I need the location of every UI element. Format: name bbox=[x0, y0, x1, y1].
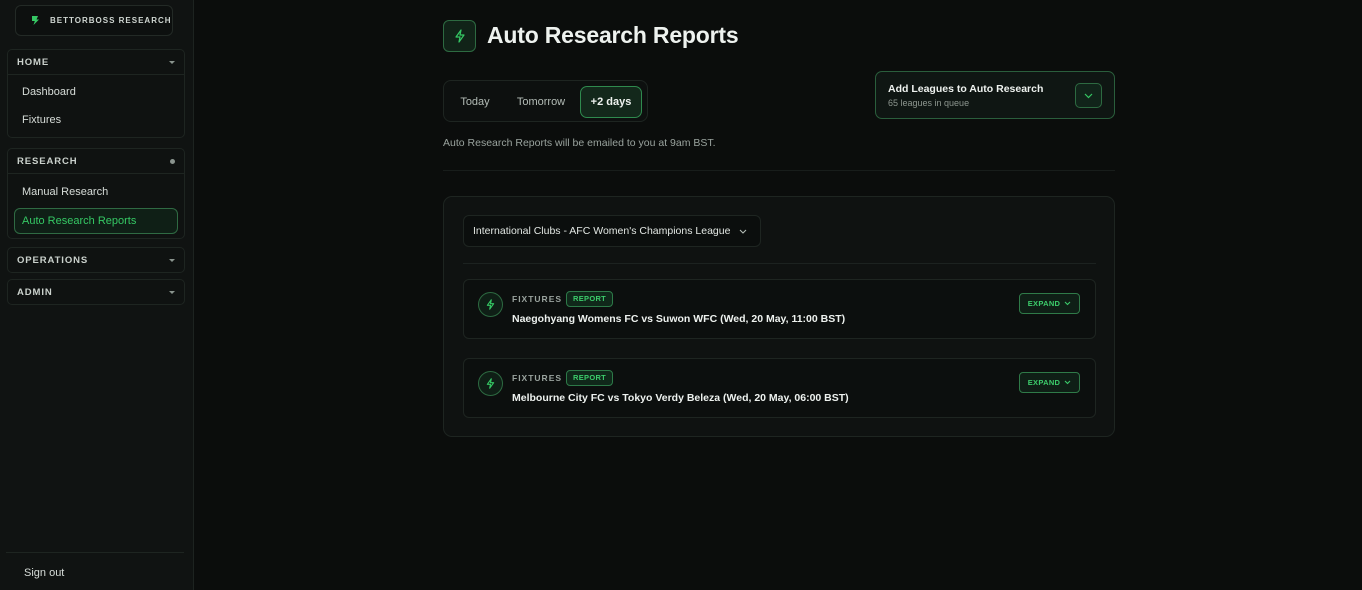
add-leagues-card[interactable]: Add Leagues to Auto Research 65 leagues … bbox=[875, 71, 1115, 119]
divider bbox=[463, 263, 1096, 264]
nav-header-label: HOME bbox=[17, 56, 50, 68]
tab-tomorrow[interactable]: Tomorrow bbox=[506, 86, 576, 118]
chevron-down-icon bbox=[740, 229, 747, 234]
divider bbox=[6, 552, 184, 553]
nav-header-research[interactable]: RESEARCH bbox=[8, 149, 184, 173]
tab-today[interactable]: Today bbox=[450, 86, 500, 118]
fixture-card: FIXTURES REPORT Melbourne City FC vs Tok… bbox=[463, 358, 1096, 418]
chevron-down-icon bbox=[1064, 380, 1071, 385]
active-dot-icon bbox=[170, 158, 175, 164]
nav-header-label: ADMIN bbox=[17, 286, 53, 298]
expand-label: EXPAND bbox=[1027, 299, 1061, 308]
lightning-icon bbox=[443, 20, 476, 52]
sidebar-item-auto-research-reports[interactable]: Auto Research Reports bbox=[14, 208, 178, 234]
league-select[interactable]: International Clubs - AFC Women's Champi… bbox=[463, 215, 761, 247]
sidebar-item-dashboard[interactable]: Dashboard bbox=[8, 78, 184, 106]
nav-header-label: RESEARCH bbox=[17, 155, 78, 167]
nav-group-operations: OPERATIONS bbox=[7, 247, 185, 273]
brand[interactable]: BETTORBOSS RESEARCH bbox=[15, 5, 173, 36]
page-title: Auto Research Reports bbox=[487, 22, 739, 48]
sign-out-link[interactable]: Sign out bbox=[24, 567, 64, 579]
email-notice: Auto Research Reports will be emailed to… bbox=[443, 137, 716, 149]
bettorboss-logo-icon bbox=[30, 15, 41, 26]
report-badge: REPORT bbox=[566, 370, 614, 386]
report-badge: REPORT bbox=[566, 291, 614, 307]
sidebar-item-fixtures[interactable]: Fixtures bbox=[8, 106, 184, 134]
fixture-title: Melbourne City FC vs Tokyo Verdy Beleza … bbox=[512, 392, 849, 404]
nav-header-home[interactable]: HOME bbox=[8, 50, 184, 74]
lightning-icon bbox=[478, 371, 503, 396]
caret-down-icon bbox=[169, 258, 175, 262]
brand-name: BETTORBOSS RESEARCH bbox=[50, 16, 172, 25]
leagues-queue-count: 65 leagues in queue bbox=[888, 98, 970, 108]
expand-button[interactable]: EXPAND bbox=[1019, 293, 1080, 314]
sidebar-item-manual-research[interactable]: Manual Research bbox=[8, 178, 184, 206]
fixture-title: Naegohyang Womens FC vs Suwon WFC (Wed, … bbox=[512, 313, 846, 325]
nav-group-research: RESEARCH Manual Research Auto Research R… bbox=[7, 148, 185, 239]
date-tabs: Today Tomorrow +2 days bbox=[443, 80, 648, 122]
chevron-down-icon bbox=[1064, 301, 1071, 306]
caret-down-icon bbox=[169, 290, 175, 294]
nav-group-home: HOME Dashboard Fixtures bbox=[7, 49, 185, 138]
nav-header-label: OPERATIONS bbox=[17, 254, 89, 266]
caret-down-icon bbox=[169, 60, 175, 64]
expand-button[interactable]: EXPAND bbox=[1019, 372, 1080, 393]
add-leagues-toggle-button[interactable] bbox=[1075, 83, 1102, 108]
lightning-icon bbox=[478, 292, 503, 317]
fixture-card: FIXTURES REPORT Naegohyang Womens FC vs … bbox=[463, 279, 1096, 339]
fixture-kicker: FIXTURES bbox=[512, 373, 563, 383]
fixture-kicker: FIXTURES bbox=[512, 294, 563, 304]
tab-plus-2-days[interactable]: +2 days bbox=[580, 86, 642, 118]
chevron-down-icon bbox=[1084, 93, 1093, 98]
nav-header-admin[interactable]: ADMIN bbox=[8, 280, 184, 304]
league-select-value: International Clubs - AFC Women's Champi… bbox=[473, 225, 731, 237]
add-leagues-title: Add Leagues to Auto Research bbox=[888, 83, 1044, 95]
divider bbox=[443, 170, 1115, 171]
reports-panel: International Clubs - AFC Women's Champi… bbox=[443, 196, 1115, 437]
nav-header-operations[interactable]: OPERATIONS bbox=[8, 248, 184, 272]
expand-label: EXPAND bbox=[1027, 378, 1061, 387]
sidebar: BETTORBOSS RESEARCH HOME Dashboard Fixtu… bbox=[0, 0, 194, 590]
nav-group-admin: ADMIN bbox=[7, 279, 185, 305]
